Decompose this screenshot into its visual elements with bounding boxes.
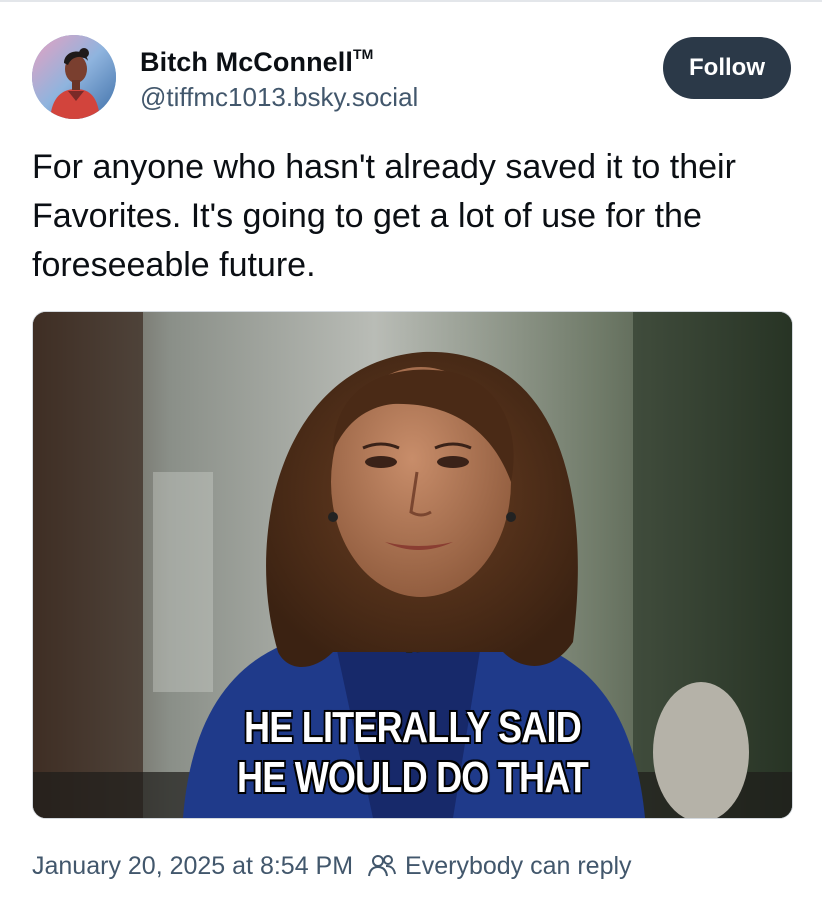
post-text: For anyone who hasn't already saved it t…: [32, 148, 736, 284]
display-name-text: Bitch McConnell: [140, 47, 354, 77]
image-caption-line-2: HE WOULD DO THAT: [237, 753, 589, 802]
trademark-mark: TM: [353, 46, 374, 62]
post-image[interactable]: HE LITERALLY SAID HE WOULD DO THAT: [32, 311, 793, 819]
people-icon: [367, 852, 397, 880]
author-handle[interactable]: @tiffmc1013.bsky.social: [140, 80, 418, 114]
avatar-illustration: [32, 35, 116, 119]
post-header: Bitch McConnellTM @tiffmc1013.bsky.socia…: [0, 0, 822, 130]
post-footer: January 20, 2025 at 8:54 PM Everybody ca…: [32, 846, 632, 886]
image-caption-line-1: HE LITERALLY SAID: [244, 703, 582, 752]
author-info: Bitch McConnellTM @tiffmc1013.bsky.socia…: [140, 40, 418, 114]
follow-button[interactable]: Follow: [663, 37, 791, 99]
post-timestamp[interactable]: January 20, 2025 at 8:54 PM: [32, 852, 353, 881]
reply-setting[interactable]: Everybody can reply: [405, 852, 632, 881]
author-display-name[interactable]: Bitch McConnellTM: [140, 40, 418, 78]
avatar[interactable]: [32, 35, 116, 119]
